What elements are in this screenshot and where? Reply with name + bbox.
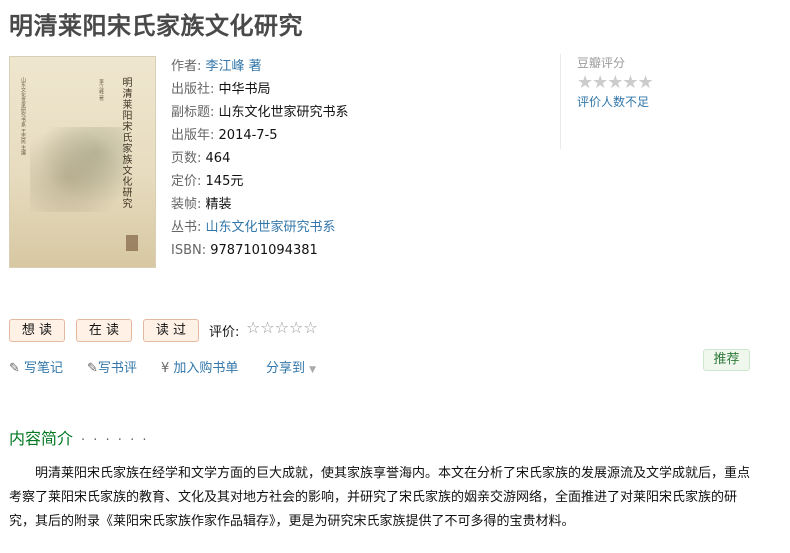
author-link[interactable]: 李江峰 著 — [206, 59, 262, 74]
reading-button[interactable]: 在 读 — [76, 319, 132, 342]
pencil-icon: ✎ — [9, 361, 20, 376]
cover-author: 李江峰 著 — [98, 79, 104, 101]
info-series: 丛书: 山东文化世家研究书系 — [171, 220, 336, 235]
rating-stars-icon: ★★★★★ — [577, 72, 654, 93]
yen-icon: ¥ — [161, 361, 170, 376]
rating-label: 豆瓣评分 — [577, 56, 626, 70]
recommend-button[interactable]: 推荐 — [703, 349, 750, 371]
cover-series: 山东文化世家研究书系 王志民 主编 — [20, 77, 26, 156]
user-rating-stars-icon[interactable]: ☆☆☆☆☆ — [246, 318, 318, 337]
cover-title: 明清莱阳宋氏家族文化研究 — [120, 77, 131, 209]
info-publisher: 出版社: 中华书局 — [171, 82, 271, 97]
book-info: 作者: 李江峰 著 出版社: 中华书局 副标题: 山东文化世家研究书系 出版年:… — [171, 55, 349, 262]
page-title: 明清莱阳宋氏家族文化研究 — [9, 12, 303, 40]
rating-note-link[interactable]: 评价人数不足 — [577, 93, 710, 110]
info-binding: 装帧: 精装 — [171, 197, 232, 212]
intro-heading: 内容简介 · · · · · · — [9, 429, 149, 448]
douban-rating: 豆瓣评分 ★★★★★ 评价人数不足 — [560, 54, 710, 149]
pencil-icon: ✎ — [87, 361, 98, 376]
info-author: 作者: 李江峰 著 — [171, 59, 262, 74]
chevron-down-icon: ▼ — [309, 365, 317, 375]
intro-dots: · · · · · · — [81, 433, 149, 448]
want-to-read-button[interactable]: 想 读 — [9, 319, 65, 342]
intro-text: 明清莱阳宋氏家族在经学和文学方面的巨大成就，使其家族享誉海内。本文在分析了宋氏家… — [9, 466, 751, 529]
info-subtitle: 副标题: 山东文化世家研究书系 — [171, 105, 349, 120]
info-pages: 页数: 464 — [171, 151, 231, 166]
write-note-link[interactable]: ✎ 写笔记 — [9, 357, 63, 376]
read-button[interactable]: 读 过 — [143, 319, 199, 342]
user-rating-label: 评价: — [209, 325, 240, 340]
info-price: 定价: 145元 — [171, 174, 244, 189]
share-link[interactable]: 分享到 ▼ — [266, 357, 316, 376]
book-cover[interactable]: 明清莱阳宋氏家族文化研究 李江峰 著 山东文化世家研究书系 王志民 主编 — [9, 56, 156, 268]
cover-painting — [30, 127, 125, 212]
add-to-cart-link[interactable]: ¥ 加入购书单 — [161, 357, 238, 376]
info-pubdate: 出版年: 2014-7-5 — [171, 128, 278, 143]
write-review-link[interactable]: ✎写书评 — [87, 357, 137, 376]
cover-seal-icon — [126, 235, 138, 251]
info-isbn: ISBN: 9787101094381 — [171, 243, 318, 258]
series-link[interactable]: 山东文化世家研究书系 — [206, 220, 336, 235]
